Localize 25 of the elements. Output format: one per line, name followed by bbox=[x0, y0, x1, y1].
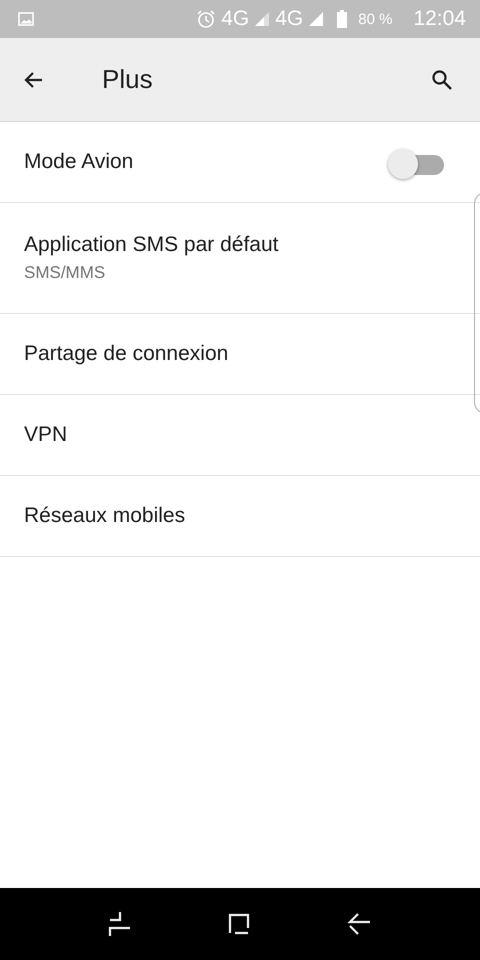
settings-item[interactable]: VPN bbox=[0, 395, 480, 476]
item-title: Partage de connexion bbox=[24, 342, 230, 366]
image-icon bbox=[18, 12, 34, 26]
settings-item[interactable]: Partage de connexion bbox=[0, 314, 480, 395]
back-arrow-icon bbox=[346, 911, 372, 937]
signal-icon bbox=[308, 11, 324, 27]
settings-item[interactable]: Mode Avion bbox=[0, 122, 480, 203]
item-title: Mode Avion bbox=[24, 150, 134, 174]
battery-percent: 80 % bbox=[358, 10, 392, 28]
screen-title: Plus bbox=[102, 64, 154, 95]
alarm-icon bbox=[196, 9, 216, 29]
item-title: Application SMS par défaut bbox=[24, 233, 280, 257]
settings-item[interactable]: Application SMS par défaut SMS/MMS bbox=[0, 203, 480, 314]
clock: 12:04 bbox=[413, 7, 466, 31]
battery-icon bbox=[337, 10, 348, 28]
network-label: 4G bbox=[221, 7, 250, 31]
search-icon bbox=[430, 68, 454, 92]
recents-icon bbox=[108, 910, 132, 938]
network-label: 4G bbox=[275, 7, 304, 31]
item-summary: SMS/MMS bbox=[24, 263, 106, 283]
item-title: VPN bbox=[24, 423, 68, 447]
settings-item[interactable]: Réseaux mobiles bbox=[0, 476, 480, 557]
signal-icon bbox=[254, 11, 270, 27]
home-icon bbox=[226, 912, 251, 936]
item-title: Réseaux mobiles bbox=[24, 504, 186, 528]
